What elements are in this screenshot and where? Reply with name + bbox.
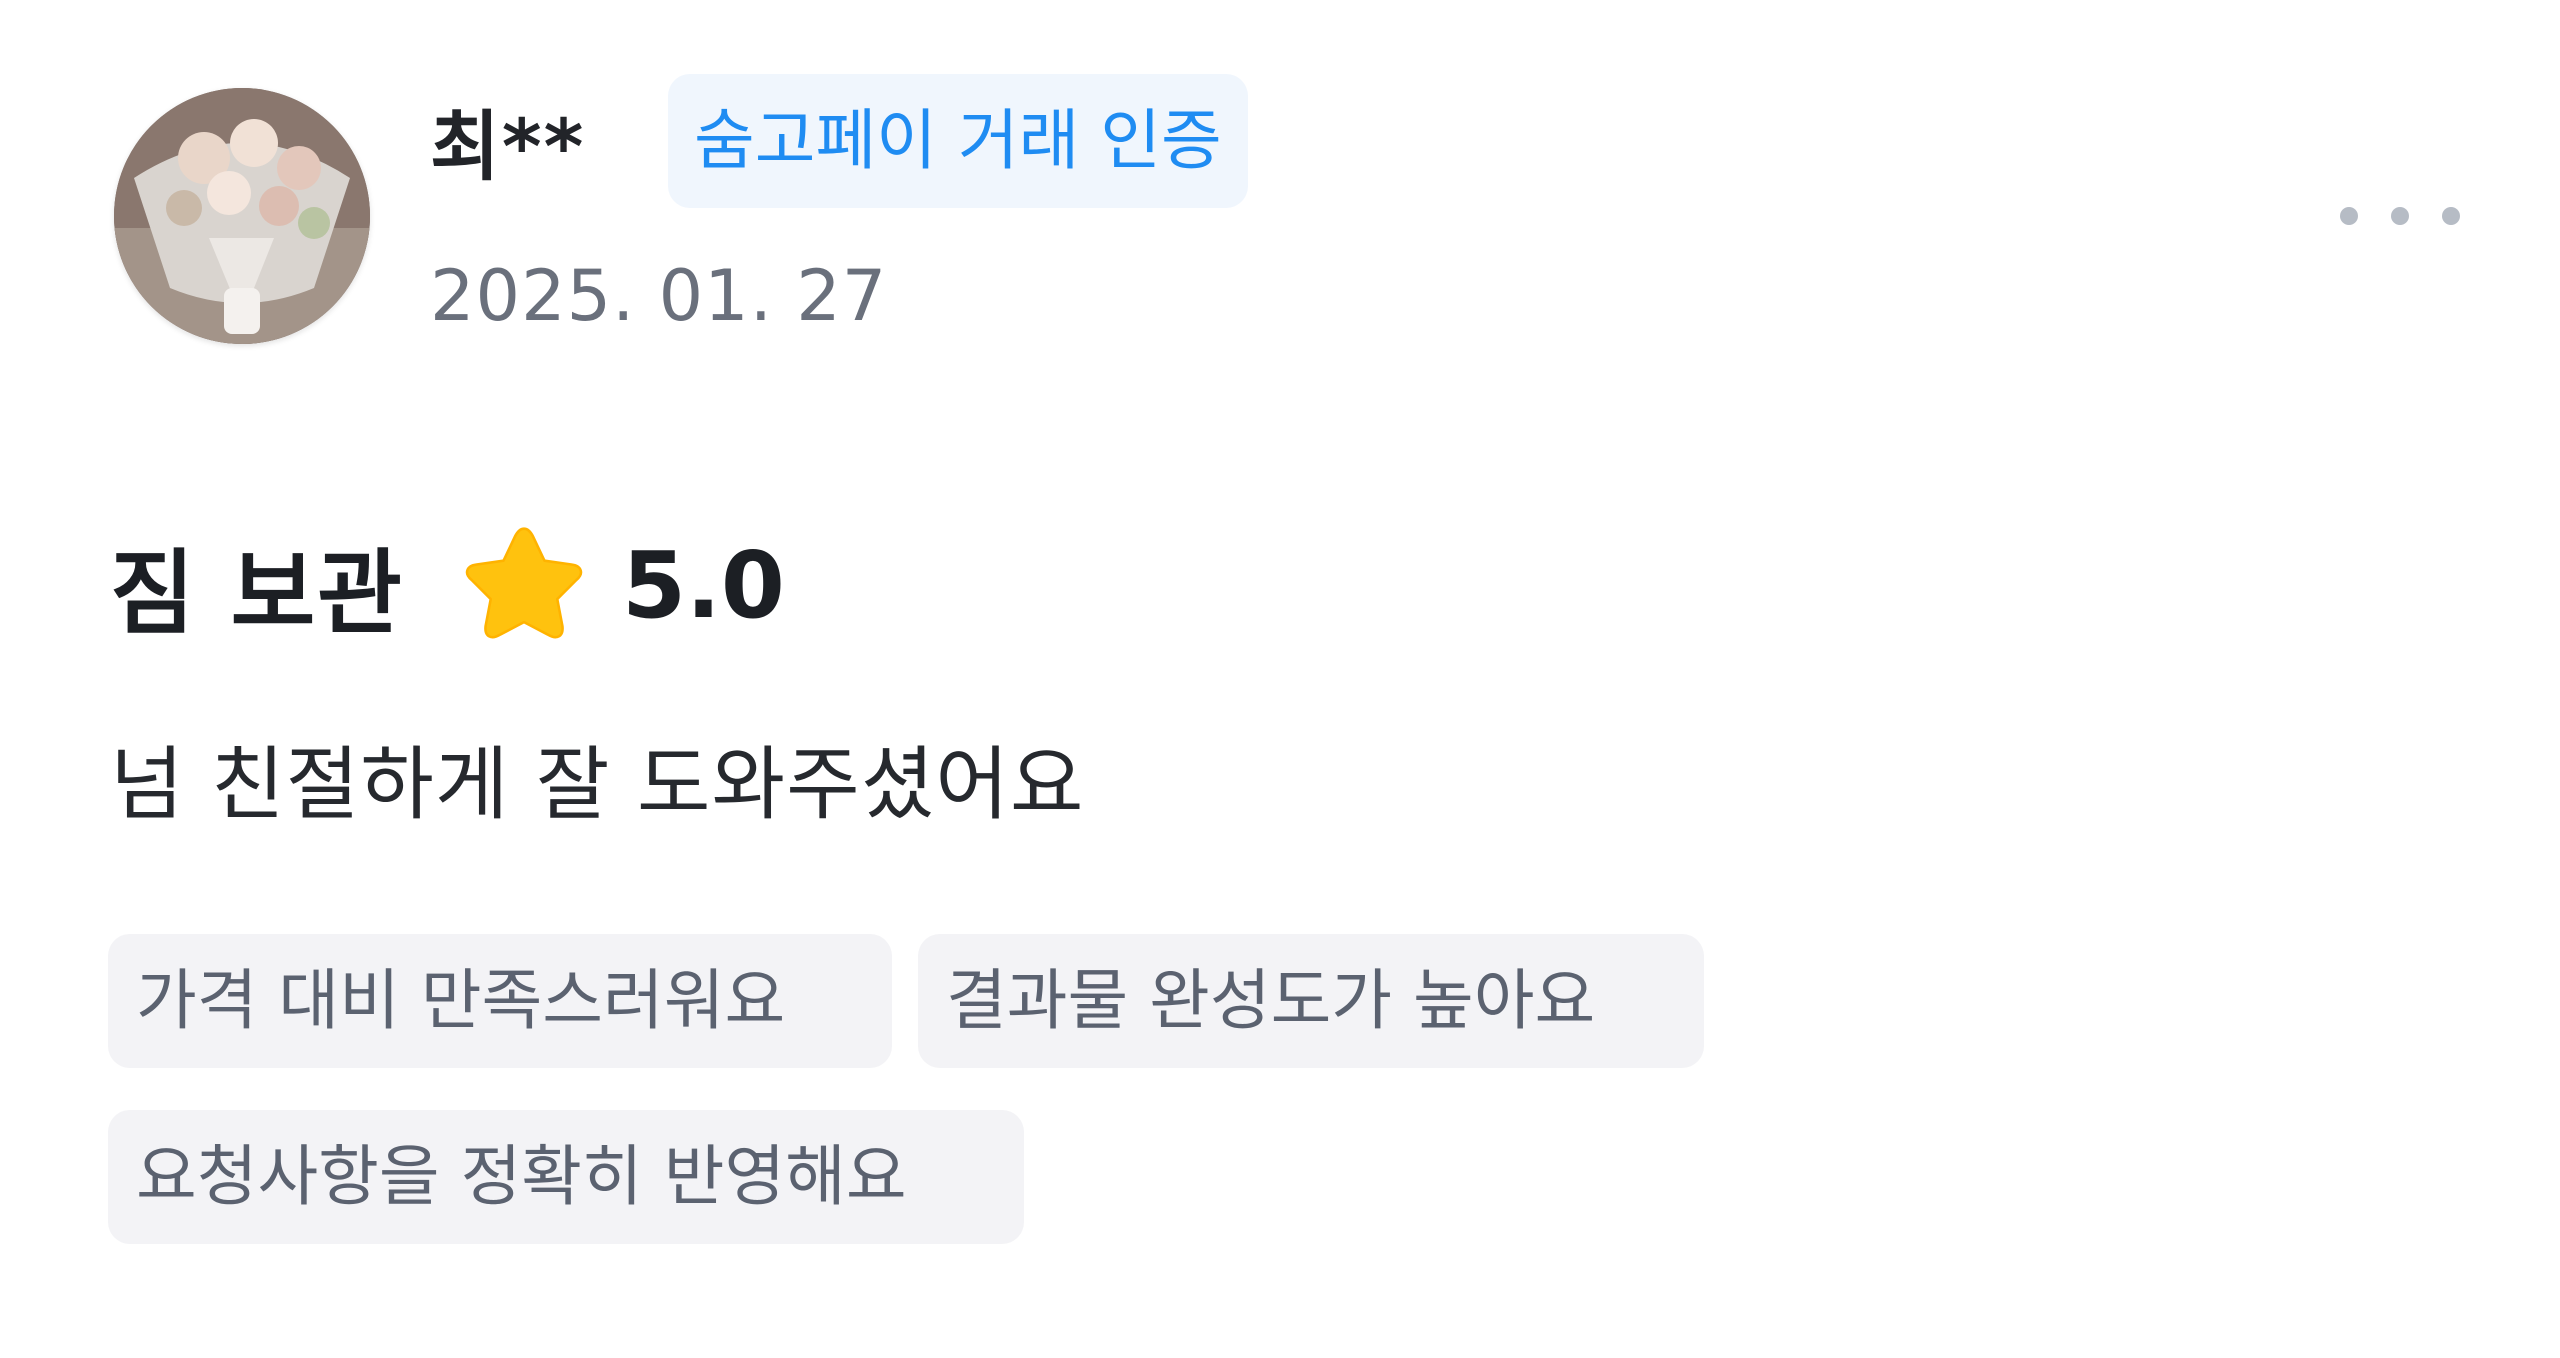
review-tag: 가격 대비 만족스러워요 [108, 934, 892, 1068]
review-tag: 요청사항을 정확히 반영해요 [108, 1110, 1024, 1244]
more-dot [2340, 207, 2358, 225]
reviewer-name: 최** [430, 102, 586, 191]
reviewer-avatar[interactable] [114, 88, 370, 344]
more-options-icon[interactable] [2340, 196, 2460, 236]
avatar-image [114, 88, 370, 344]
review-card: 최** 숨고페이 거래 인증 2025. 01. 27 짐 보관 5.0 넘 친… [0, 0, 2560, 1358]
service-rating-row: 짐 보관 5.0 [110, 520, 785, 650]
review-text: 넘 친절하게 잘 도와주셨어요 [110, 738, 1085, 831]
more-dot [2442, 207, 2460, 225]
verified-payment-badge: 숨고페이 거래 인증 [668, 74, 1248, 208]
star-icon [460, 521, 588, 649]
rating-value: 5.0 [621, 531, 785, 639]
review-date: 2025. 01. 27 [430, 255, 888, 337]
more-dot [2391, 207, 2409, 225]
review-tag: 결과물 완성도가 높아요 [918, 934, 1704, 1068]
service-name: 짐 보관 [110, 539, 404, 647]
